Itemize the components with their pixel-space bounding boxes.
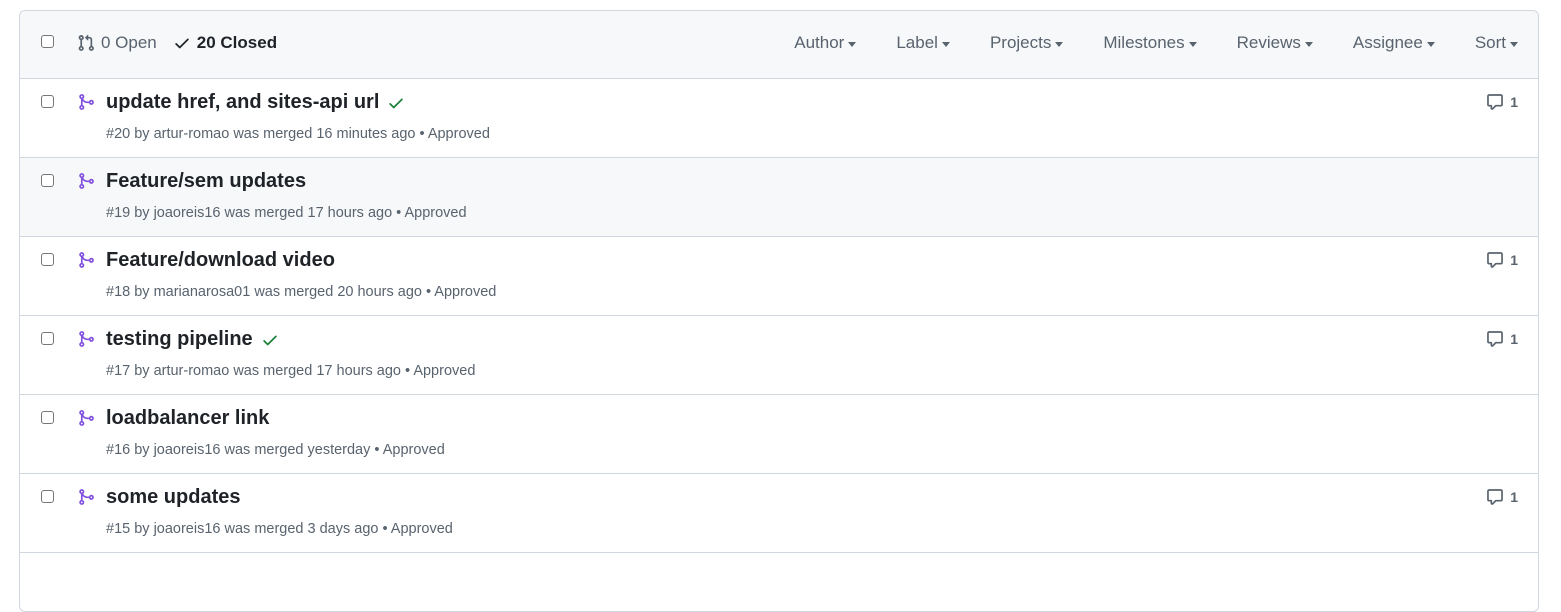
checks-passed-icon[interactable] [387,94,405,112]
state-toggle: 0 Open 20 Closed [77,33,293,53]
open-filter-link[interactable]: 0 Open [77,33,157,53]
pull-request-list: 0 Open 20 Closed Author Label Projects M… [19,10,1539,612]
git-merge-icon [79,173,94,189]
pull-request-title-link[interactable]: loadbalancer link [106,407,269,430]
git-merge-icon [79,331,94,347]
row-checkbox[interactable] [41,490,54,503]
pull-request-title-link[interactable]: some updates [106,486,240,509]
git-merge-icon [79,252,94,268]
caret-down-icon [1510,41,1518,47]
assignee-filter-dropdown[interactable]: Assignee [1353,33,1435,53]
pull-request-rows: update href, and sites-api url #20 by ar… [20,79,1538,553]
label-filter-dropdown[interactable]: Label [896,33,950,53]
row-checkbox[interactable] [41,411,54,424]
author-filter-dropdown[interactable]: Author [794,33,857,53]
pull-request-title-link[interactable]: update href, and sites-api url [106,91,379,114]
pull-request-meta: #19 by joaoreis16 was merged 17 hours ag… [106,205,467,221]
caret-down-icon [1055,41,1064,47]
row-checkbox[interactable] [41,95,54,108]
comments-link[interactable]: 1 [1486,93,1518,111]
checks-passed-icon[interactable] [261,331,279,349]
comment-count: 1 [1510,94,1518,110]
pull-request-title-link[interactable]: testing pipeline [106,328,253,351]
row-checkbox[interactable] [41,174,54,187]
sort-dropdown[interactable]: Sort [1475,33,1518,53]
caret-down-icon [1188,41,1197,47]
pull-request-meta: #17 by artur-romao was merged 17 hours a… [106,363,476,379]
open-count-label: 0 Open [101,33,157,52]
pull-request-row[interactable]: some updates #15 by joaoreis16 was merge… [20,474,1538,553]
pull-request-row[interactable]: Feature/download video #18 by marianaros… [20,237,1538,316]
pull-request-row[interactable]: loadbalancer link #16 by joaoreis16 was … [20,395,1538,474]
comments-link[interactable]: 1 [1486,330,1518,348]
pull-request-row[interactable]: testing pipeline #17 by artur-romao was … [20,316,1538,395]
pull-request-row[interactable]: update href, and sites-api url #20 by ar… [20,79,1538,158]
pull-request-meta: #15 by joaoreis16 was merged 3 days ago … [106,521,453,537]
caret-down-icon [1304,41,1313,47]
pull-request-meta: #20 by artur-romao was merged 16 minutes… [106,126,490,142]
git-merge-icon [79,410,94,426]
pull-request-row[interactable]: Feature/sem updates #19 by joaoreis16 wa… [20,158,1538,237]
comment-icon [1487,489,1504,505]
closed-count-label: 20 Closed [196,33,278,52]
filter-bar: Author Label Projects Milestones Reviews… [754,33,1518,53]
row-checkbox[interactable] [41,253,54,266]
caret-down-icon [1426,41,1435,47]
comment-count: 1 [1510,331,1518,347]
git-pull-request-icon [78,34,94,51]
check-icon [175,38,189,49]
git-merge-icon [79,489,94,505]
comment-icon [1487,252,1504,268]
comments-link[interactable]: 1 [1486,488,1518,506]
caret-down-icon [941,41,950,47]
comments-link[interactable]: 1 [1486,251,1518,269]
comment-icon [1487,94,1504,110]
pull-request-meta: #18 by marianarosa01 was merged 20 hours… [106,284,497,300]
list-header: 0 Open 20 Closed Author Label Projects M… [20,11,1538,79]
closed-filter-link[interactable]: 20 Closed [173,33,277,53]
select-all-checkbox[interactable] [41,35,54,48]
pull-request-title-link[interactable]: Feature/sem updates [106,170,306,193]
comment-icon [1487,331,1504,347]
projects-filter-dropdown[interactable]: Projects [990,33,1064,53]
git-merge-icon [79,94,94,110]
comment-count: 1 [1510,252,1518,268]
pull-request-meta: #16 by joaoreis16 was merged yesterday •… [106,442,445,458]
row-checkbox[interactable] [41,332,54,345]
pull-request-title-link[interactable]: Feature/download video [106,249,335,272]
reviews-filter-dropdown[interactable]: Reviews [1237,33,1313,53]
comment-count: 1 [1510,489,1518,505]
caret-down-icon [848,41,857,47]
milestones-filter-dropdown[interactable]: Milestones [1103,33,1197,53]
